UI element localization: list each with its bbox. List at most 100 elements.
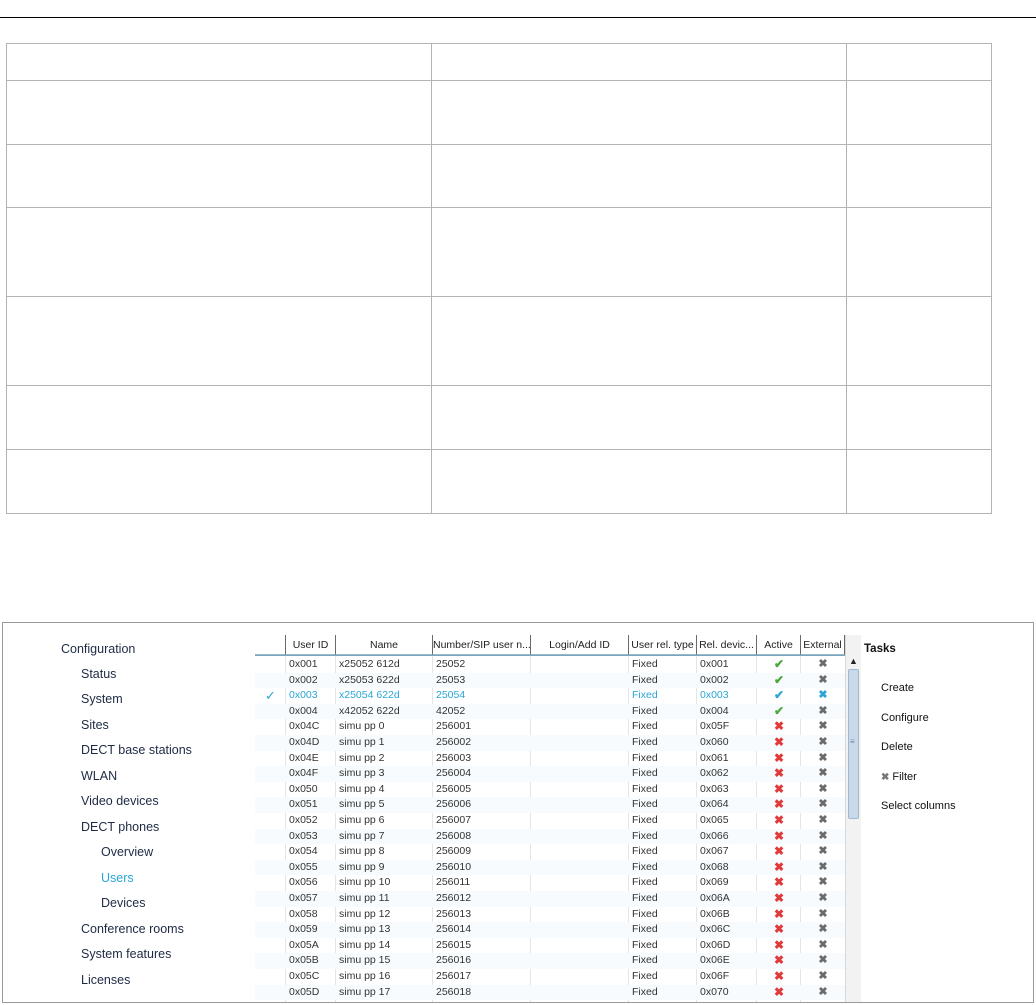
cell-name: simu pp 4: [339, 782, 385, 795]
cell-login: [531, 797, 629, 813]
cell-name: simu pp 0: [339, 720, 385, 733]
table-row[interactable]: 0x052 simu pp 6 256007 Fixed 0x065 ✖ ✖: [255, 813, 845, 829]
cell-name: simu pp 14: [339, 938, 391, 951]
nav-item-conference-rooms[interactable]: Conference rooms: [81, 922, 184, 936]
column-header-select[interactable]: [255, 635, 286, 655]
cell-rel-device: 0x002: [700, 673, 729, 686]
nav-item-users[interactable]: Users: [101, 871, 134, 885]
cell-number: 256008: [436, 829, 472, 842]
doc-table-row: [6, 385, 992, 450]
cell-name: x25053 622d: [339, 673, 400, 686]
column-header-name[interactable]: Name: [336, 635, 433, 655]
table-row[interactable]: 0x054 simu pp 8 256009 Fixed 0x067 ✖ ✖: [255, 844, 845, 860]
scroll-thumb[interactable]: ≡: [848, 669, 859, 819]
task-delete[interactable]: Delete: [881, 741, 913, 753]
nav-item-system[interactable]: System: [81, 692, 123, 706]
nav-item-dect-phones[interactable]: DECT phones: [81, 820, 159, 834]
column-header-user-id[interactable]: User ID: [286, 635, 336, 655]
task-configure[interactable]: Configure: [881, 712, 929, 724]
table-row[interactable]: 0x05D simu pp 17 256018 Fixed 0x070 ✖ ✖: [255, 984, 845, 1001]
table-row[interactable]: 0x002 x25053 622d 25053 Fixed 0x002 ✔ ✖: [255, 672, 845, 689]
task-create[interactable]: Create: [881, 682, 914, 694]
scroll-up-icon[interactable]: ▲: [846, 655, 861, 667]
column-header-number[interactable]: Number/SIP user n...: [433, 635, 531, 655]
nav-item-dect-base-stations[interactable]: DECT base stations: [81, 743, 192, 757]
inactive-x-icon: ✖: [773, 797, 785, 812]
tasks-title: Tasks: [864, 643, 896, 655]
cell-login: [531, 891, 629, 907]
table-row[interactable]: 0x053 simu pp 7 256008 Fixed 0x066 ✖ ✖: [255, 828, 845, 845]
task-delete-label: Delete: [881, 741, 913, 753]
app-screenshot: Configuration Status System Sites DECT b…: [2, 622, 1034, 1003]
table-row[interactable]: ✓ 0x003 x25054 622d 25054 Fixed 0x003 ✔ ✖: [255, 688, 845, 704]
table-row[interactable]: 0x055 simu pp 9 256010 Fixed 0x068 ✖ ✖: [255, 859, 845, 876]
cell-rel-device: 0x06F: [700, 970, 730, 982]
nav-item-video-devices[interactable]: Video devices: [81, 794, 159, 808]
cell-rel-device: 0x06A: [700, 892, 730, 904]
nav-item-devices[interactable]: Devices: [101, 896, 145, 910]
cell-login: [531, 829, 629, 845]
table-row[interactable]: 0x05A simu pp 14 256015 Fixed 0x06D ✖ ✖: [255, 938, 845, 954]
grid-scrollbar[interactable]: ▲ ≡: [845, 635, 861, 1002]
nav-item-licenses[interactable]: Licenses: [81, 973, 130, 987]
table-row[interactable]: 0x04F simu pp 3 256004 Fixed 0x062 ✖ ✖: [255, 766, 845, 782]
task-select-columns[interactable]: Select columns: [881, 800, 956, 812]
table-row[interactable]: 0x051 simu pp 5 256006 Fixed 0x064 ✖ ✖: [255, 797, 845, 813]
table-row[interactable]: 0x057 simu pp 11 256012 Fixed 0x06A ✖ ✖: [255, 891, 845, 907]
column-header-rel-device[interactable]: Rel. devic...: [697, 635, 757, 655]
column-header-active[interactable]: Active: [757, 635, 801, 655]
table-row[interactable]: 0x001 x25052 612d 25052 Fixed 0x001 ✔ ✖: [255, 657, 845, 673]
external-x-icon: ✖: [818, 658, 828, 670]
external-x-icon: ✖: [818, 938, 828, 951]
cell-rel-type: Fixed: [632, 767, 658, 780]
cell-user-id: 0x051: [289, 798, 318, 811]
cell-rel-device: 0x070: [700, 985, 729, 998]
table-row[interactable]: 0x056 simu pp 10 256011 Fixed 0x069 ✖ ✖: [255, 875, 845, 891]
table-row[interactable]: 0x04C simu pp 0 256001 Fixed 0x05F ✖ ✖: [255, 719, 845, 735]
check-icon: [255, 922, 286, 938]
cell-login: [531, 875, 629, 891]
external-x-icon: ✖: [818, 814, 828, 826]
nav-root-configuration[interactable]: Configuration: [61, 642, 135, 656]
cell-user-id: 0x056: [289, 876, 318, 889]
nav-item-overview[interactable]: Overview: [101, 845, 153, 859]
table-row[interactable]: 0x050 simu pp 4 256005 Fixed 0x063 ✖ ✖: [255, 782, 845, 798]
cell-user-id: 0x004: [289, 704, 318, 717]
cell-number: 256016: [436, 954, 472, 967]
cell-user-id: 0x05D: [289, 985, 320, 998]
nav-item-status[interactable]: Status: [81, 667, 116, 681]
column-header-login[interactable]: Login/Add ID: [531, 635, 629, 655]
task-filter[interactable]: ✖ Filter: [881, 771, 917, 783]
cell-name: simu pp 17: [339, 985, 391, 998]
cell-rel-device: 0x003: [700, 689, 729, 702]
external-x-icon: ✖: [818, 907, 828, 920]
active-check-icon: ✔: [773, 657, 785, 671]
cell-number: 256015: [436, 938, 472, 951]
cell-rel-type: Fixed: [632, 892, 658, 904]
table-row[interactable]: 0x058 simu pp 12 256013 Fixed 0x06B ✖ ✖: [255, 907, 845, 923]
cell-rel-device: 0x001: [700, 658, 729, 670]
inactive-x-icon: ✖: [773, 922, 785, 937]
table-row[interactable]: 0x004 x42052 622d 42052 Fixed 0x004 ✔ ✖: [255, 703, 845, 720]
table-row[interactable]: 0x05C simu pp 16 256017 Fixed 0x06F ✖ ✖: [255, 969, 845, 985]
inactive-x-icon: ✖: [773, 719, 785, 734]
inactive-x-icon: ✖: [773, 781, 785, 796]
table-row[interactable]: 0x05B simu pp 15 256016 Fixed 0x06E ✖ ✖: [255, 953, 845, 969]
external-x-icon: ✖: [818, 782, 828, 795]
external-x-icon: ✖: [818, 860, 828, 873]
table-row[interactable]: 0x059 simu pp 13 256014 Fixed 0x06C ✖ ✖: [255, 922, 845, 938]
external-x-icon: ✖: [818, 829, 828, 842]
cell-rel-type: Fixed: [632, 954, 658, 967]
external-x-icon: ✖: [818, 751, 828, 764]
column-header-external[interactable]: External: [801, 635, 845, 655]
check-icon: [255, 735, 286, 751]
cell-user-id: 0x058: [289, 907, 318, 920]
table-row[interactable]: 0x04D simu pp 1 256002 Fixed 0x060 ✖ ✖: [255, 735, 845, 751]
nav-item-sites[interactable]: Sites: [81, 718, 109, 732]
nav-item-system-features[interactable]: System features: [81, 947, 171, 961]
cell-user-id: 0x001: [289, 658, 318, 670]
nav-item-wlan[interactable]: WLAN: [81, 769, 117, 783]
column-header-rel-type[interactable]: User rel. type: [629, 635, 697, 655]
cell-login: [531, 860, 629, 876]
table-row[interactable]: 0x04E simu pp 2 256003 Fixed 0x061 ✖ ✖: [255, 751, 845, 767]
